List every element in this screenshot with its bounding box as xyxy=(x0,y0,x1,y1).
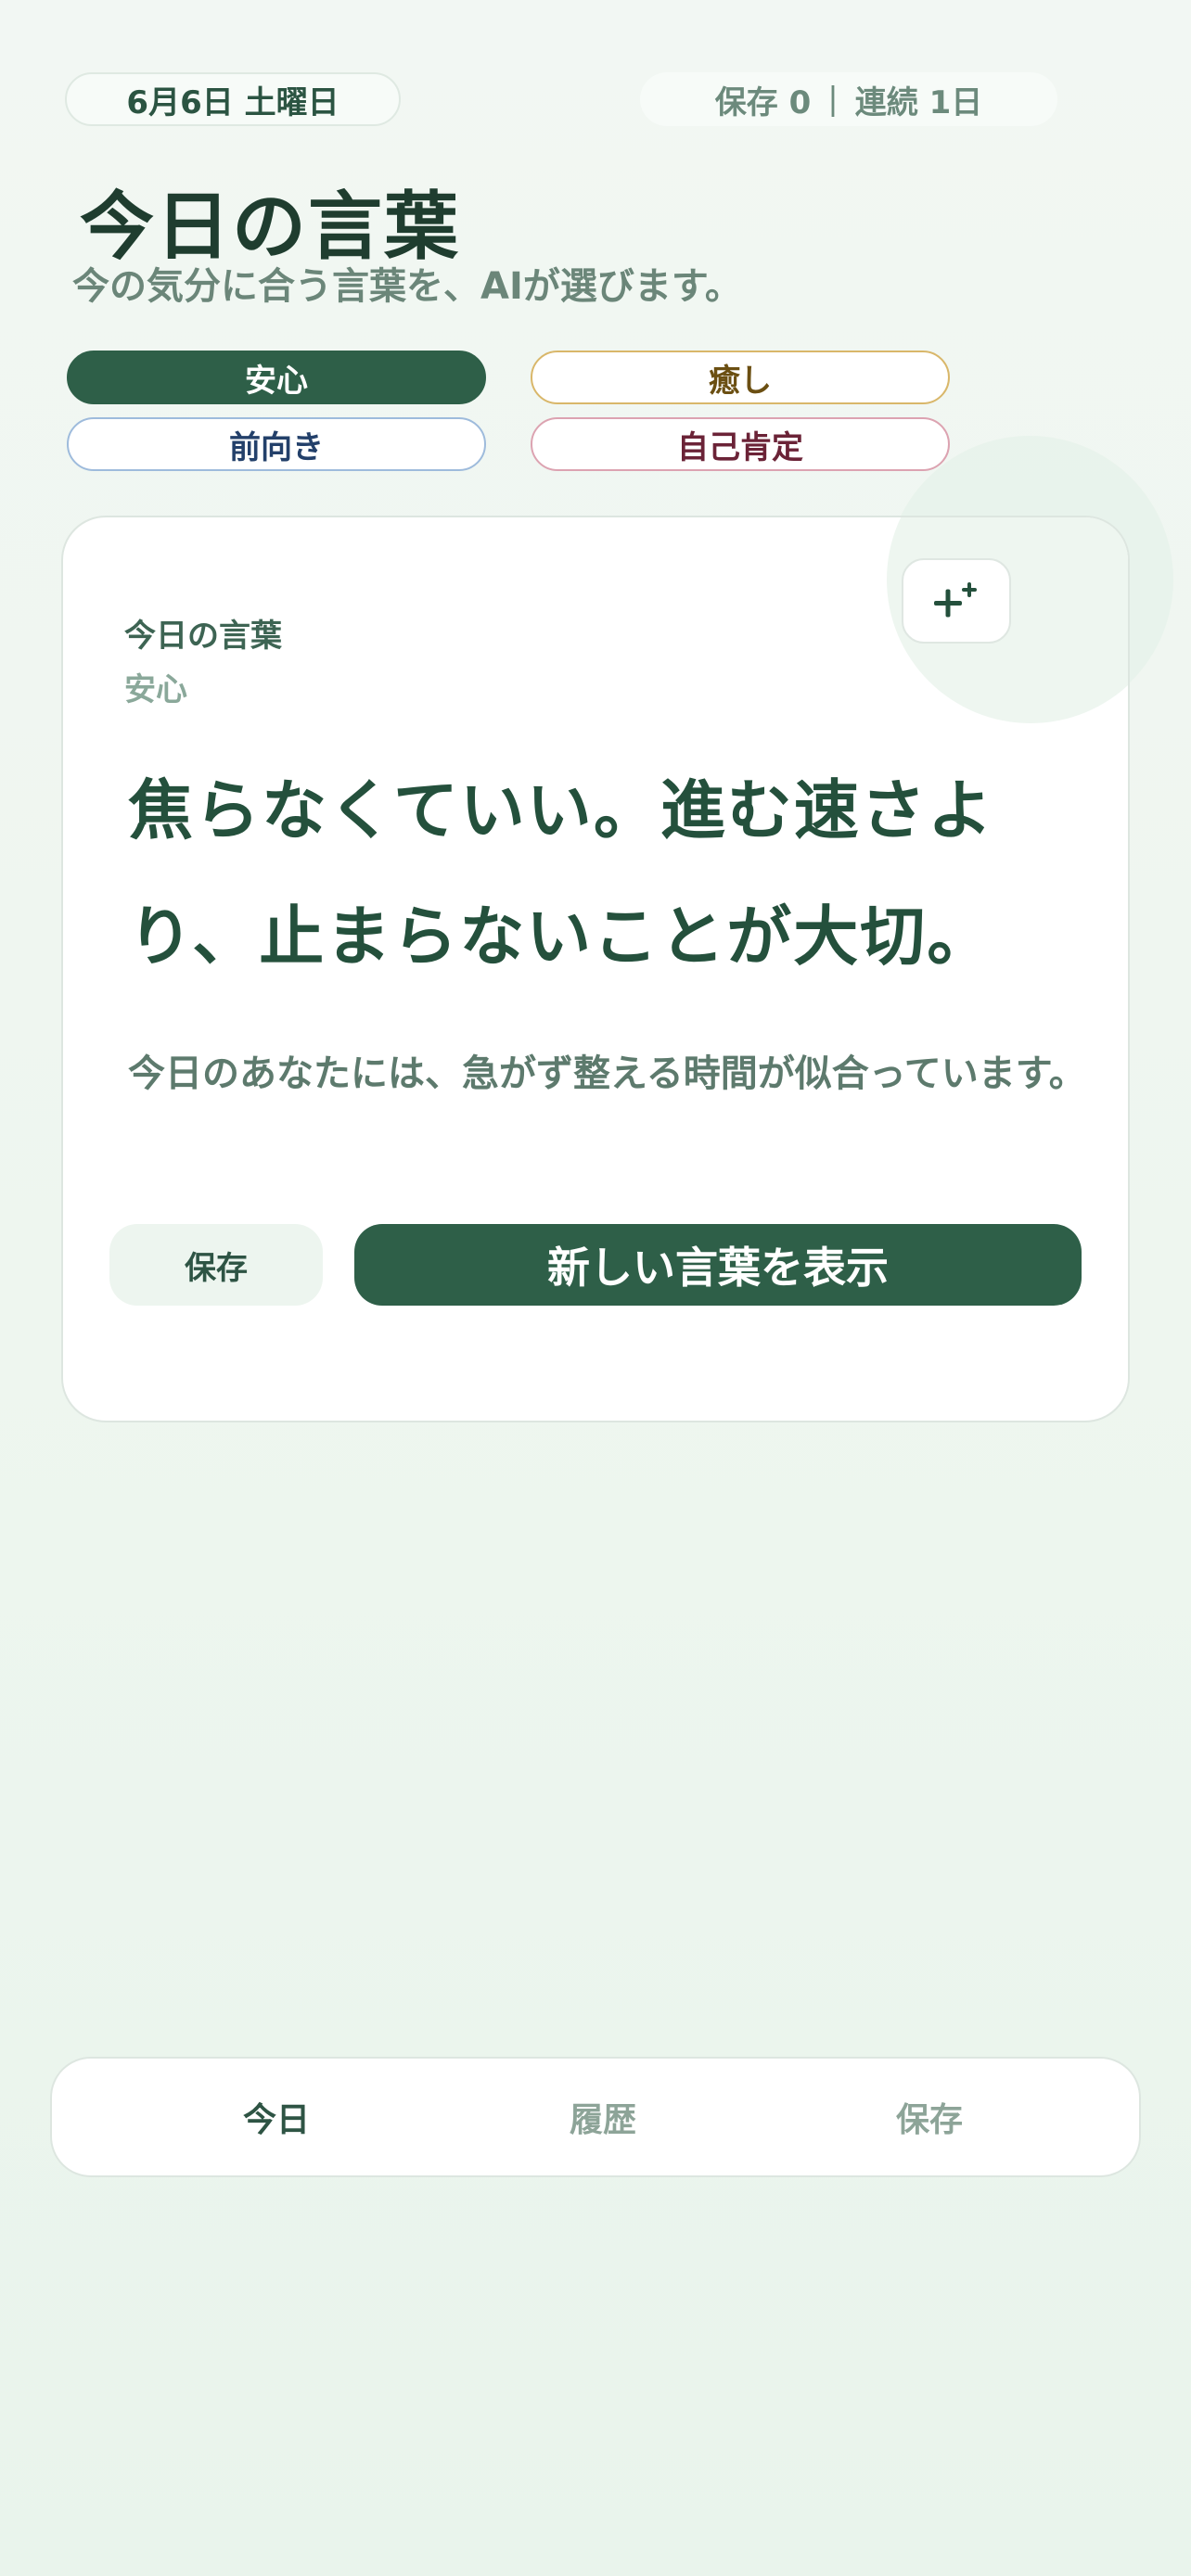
saved-count: 保存 0 xyxy=(714,83,812,121)
card-mood: 安心 xyxy=(124,671,187,708)
mood-chip-label: 自己肯定 xyxy=(677,428,803,466)
new-quote-button[interactable]: 新しい言葉を表示 xyxy=(354,1224,1082,1306)
nav-tab-label: 保存 xyxy=(895,2101,963,2139)
new-quote-button-label: 新しい言葉を表示 xyxy=(547,1243,889,1293)
sparkle-button[interactable] xyxy=(902,558,1011,644)
sparkle-plus-icon xyxy=(934,582,977,618)
mood-chip-label: 前向き xyxy=(229,428,324,466)
page-subtitle: 今の気分に合う言葉を、AIが選びます。 xyxy=(72,265,742,308)
quote-text: 焦らなくていい。進む速さより、止まらないことが大切。 xyxy=(128,772,994,975)
quote-note: 今日のあなたには、急がず整える時間が似合っています。 xyxy=(128,1052,1086,1095)
save-button-label: 保存 xyxy=(185,1249,248,1287)
date-badge: 6月6日 土曜日 xyxy=(65,72,401,126)
nav-tab-saved[interactable]: 保存 xyxy=(837,2059,1022,2175)
save-button[interactable]: 保存 xyxy=(109,1224,323,1306)
mood-chip-label: 安心 xyxy=(245,362,308,400)
nav-tab-history[interactable]: 履歴 xyxy=(510,2059,696,2175)
stats-separator: | xyxy=(827,81,839,118)
nav-tab-today[interactable]: 今日 xyxy=(184,2059,369,2175)
bottom-nav: 今日 履歴 保存 xyxy=(50,2057,1141,2177)
mood-chip-maemuki[interactable]: 前向き xyxy=(67,417,486,471)
nav-tab-label: 今日 xyxy=(242,2101,310,2139)
stats-badge: 保存 0 | 連続 1日 xyxy=(640,72,1057,126)
mood-chip-jiko-kotei[interactable]: 自己肯定 xyxy=(531,417,950,471)
streak-count: 連続 1日 xyxy=(854,83,983,121)
card-label: 今日の言葉 xyxy=(124,618,282,655)
nav-tab-label: 履歴 xyxy=(569,2101,636,2139)
date-text: 6月6日 土曜日 xyxy=(126,83,339,121)
mood-chip-iyashi[interactable]: 癒し xyxy=(531,351,950,404)
quote-card: 今日の言葉 安心 焦らなくていい。進む速さより、止まらないことが大切。 今日のあ… xyxy=(61,516,1130,1422)
mood-chip-anshin[interactable]: 安心 xyxy=(67,351,486,404)
mood-chip-label: 癒し xyxy=(709,362,772,400)
